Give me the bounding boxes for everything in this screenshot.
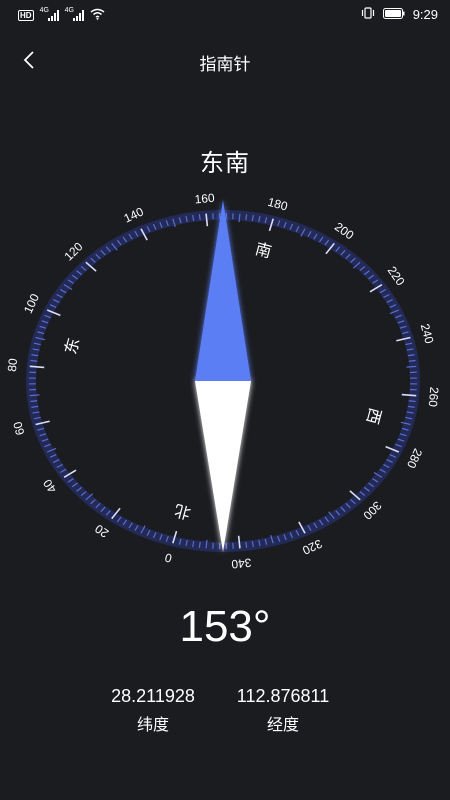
dial-number: 320 — [300, 536, 324, 557]
signal-icon: 4G — [65, 7, 84, 21]
longitude-block: 112.876811 经度 — [203, 686, 363, 735]
compass-needle — [195, 200, 251, 552]
dial-tick — [30, 400, 38, 403]
dial-number: 80 — [5, 357, 20, 372]
dial-number: 300 — [360, 498, 384, 522]
dial-number: 0 — [163, 550, 173, 565]
cardinal-east: 东 — [61, 336, 83, 356]
dial-number: 340 — [231, 556, 252, 572]
status-bar: HD 4G 4G 9:29 — [0, 0, 450, 30]
needle-north — [195, 200, 251, 381]
longitude-value: 112.876811 — [236, 686, 330, 706]
dial-number: 140 — [122, 204, 146, 225]
dial-number: 40 — [40, 476, 59, 495]
dial-number: 240 — [418, 322, 437, 345]
longitude-label: 经度 — [266, 715, 299, 734]
dial-number: 160 — [194, 191, 215, 207]
cardinal-west: 西 — [363, 406, 385, 426]
cardinal-south: 南 — [253, 239, 273, 261]
needle-south — [195, 381, 251, 552]
heading-degrees: 153° — [179, 602, 271, 651]
vibrate-icon — [361, 7, 375, 22]
signal-icon: 4G — [40, 7, 59, 21]
status-left: HD 4G 4G — [18, 7, 105, 23]
dial-tick — [408, 359, 416, 362]
dial-tick — [205, 539, 208, 549]
dial-tick — [406, 365, 417, 368]
dial-tick — [408, 400, 416, 403]
wifi-icon — [90, 8, 105, 23]
dial-tick — [238, 213, 241, 223]
direction-label: 东南 — [200, 149, 250, 177]
dial-number: 260 — [426, 386, 442, 407]
compass-dial: 0 20 40 60 80 100 120 140 160 180 200 220 240 260 280 3… — [5, 191, 442, 572]
battery-icon — [382, 7, 405, 22]
dial-number: 220 — [385, 264, 408, 289]
status-right: 9:29 — [361, 7, 438, 22]
cardinal-north: 北 — [172, 501, 192, 523]
dial-number: 180 — [266, 195, 289, 214]
dial-number: 60 — [10, 420, 27, 437]
dial-number: 20 — [92, 521, 111, 540]
dial-tick — [198, 541, 201, 548]
dial-tick — [29, 394, 40, 397]
dial-tick — [30, 359, 38, 362]
dial-tick-major — [29, 365, 45, 369]
page-title: 指南针 — [199, 55, 251, 75]
dial-number: 280 — [404, 446, 425, 470]
dial-tick-major — [401, 393, 417, 397]
status-time: 9:29 — [412, 7, 438, 22]
hd-icon: HD — [18, 10, 34, 21]
dial-tick — [198, 214, 201, 221]
dial-number: 100 — [21, 291, 42, 315]
dial-tick — [245, 541, 248, 548]
dial-number: 120 — [62, 239, 86, 263]
dial-tick — [245, 214, 248, 221]
app-header: 指南针 — [0, 38, 450, 82]
dial-number: 200 — [332, 220, 357, 243]
